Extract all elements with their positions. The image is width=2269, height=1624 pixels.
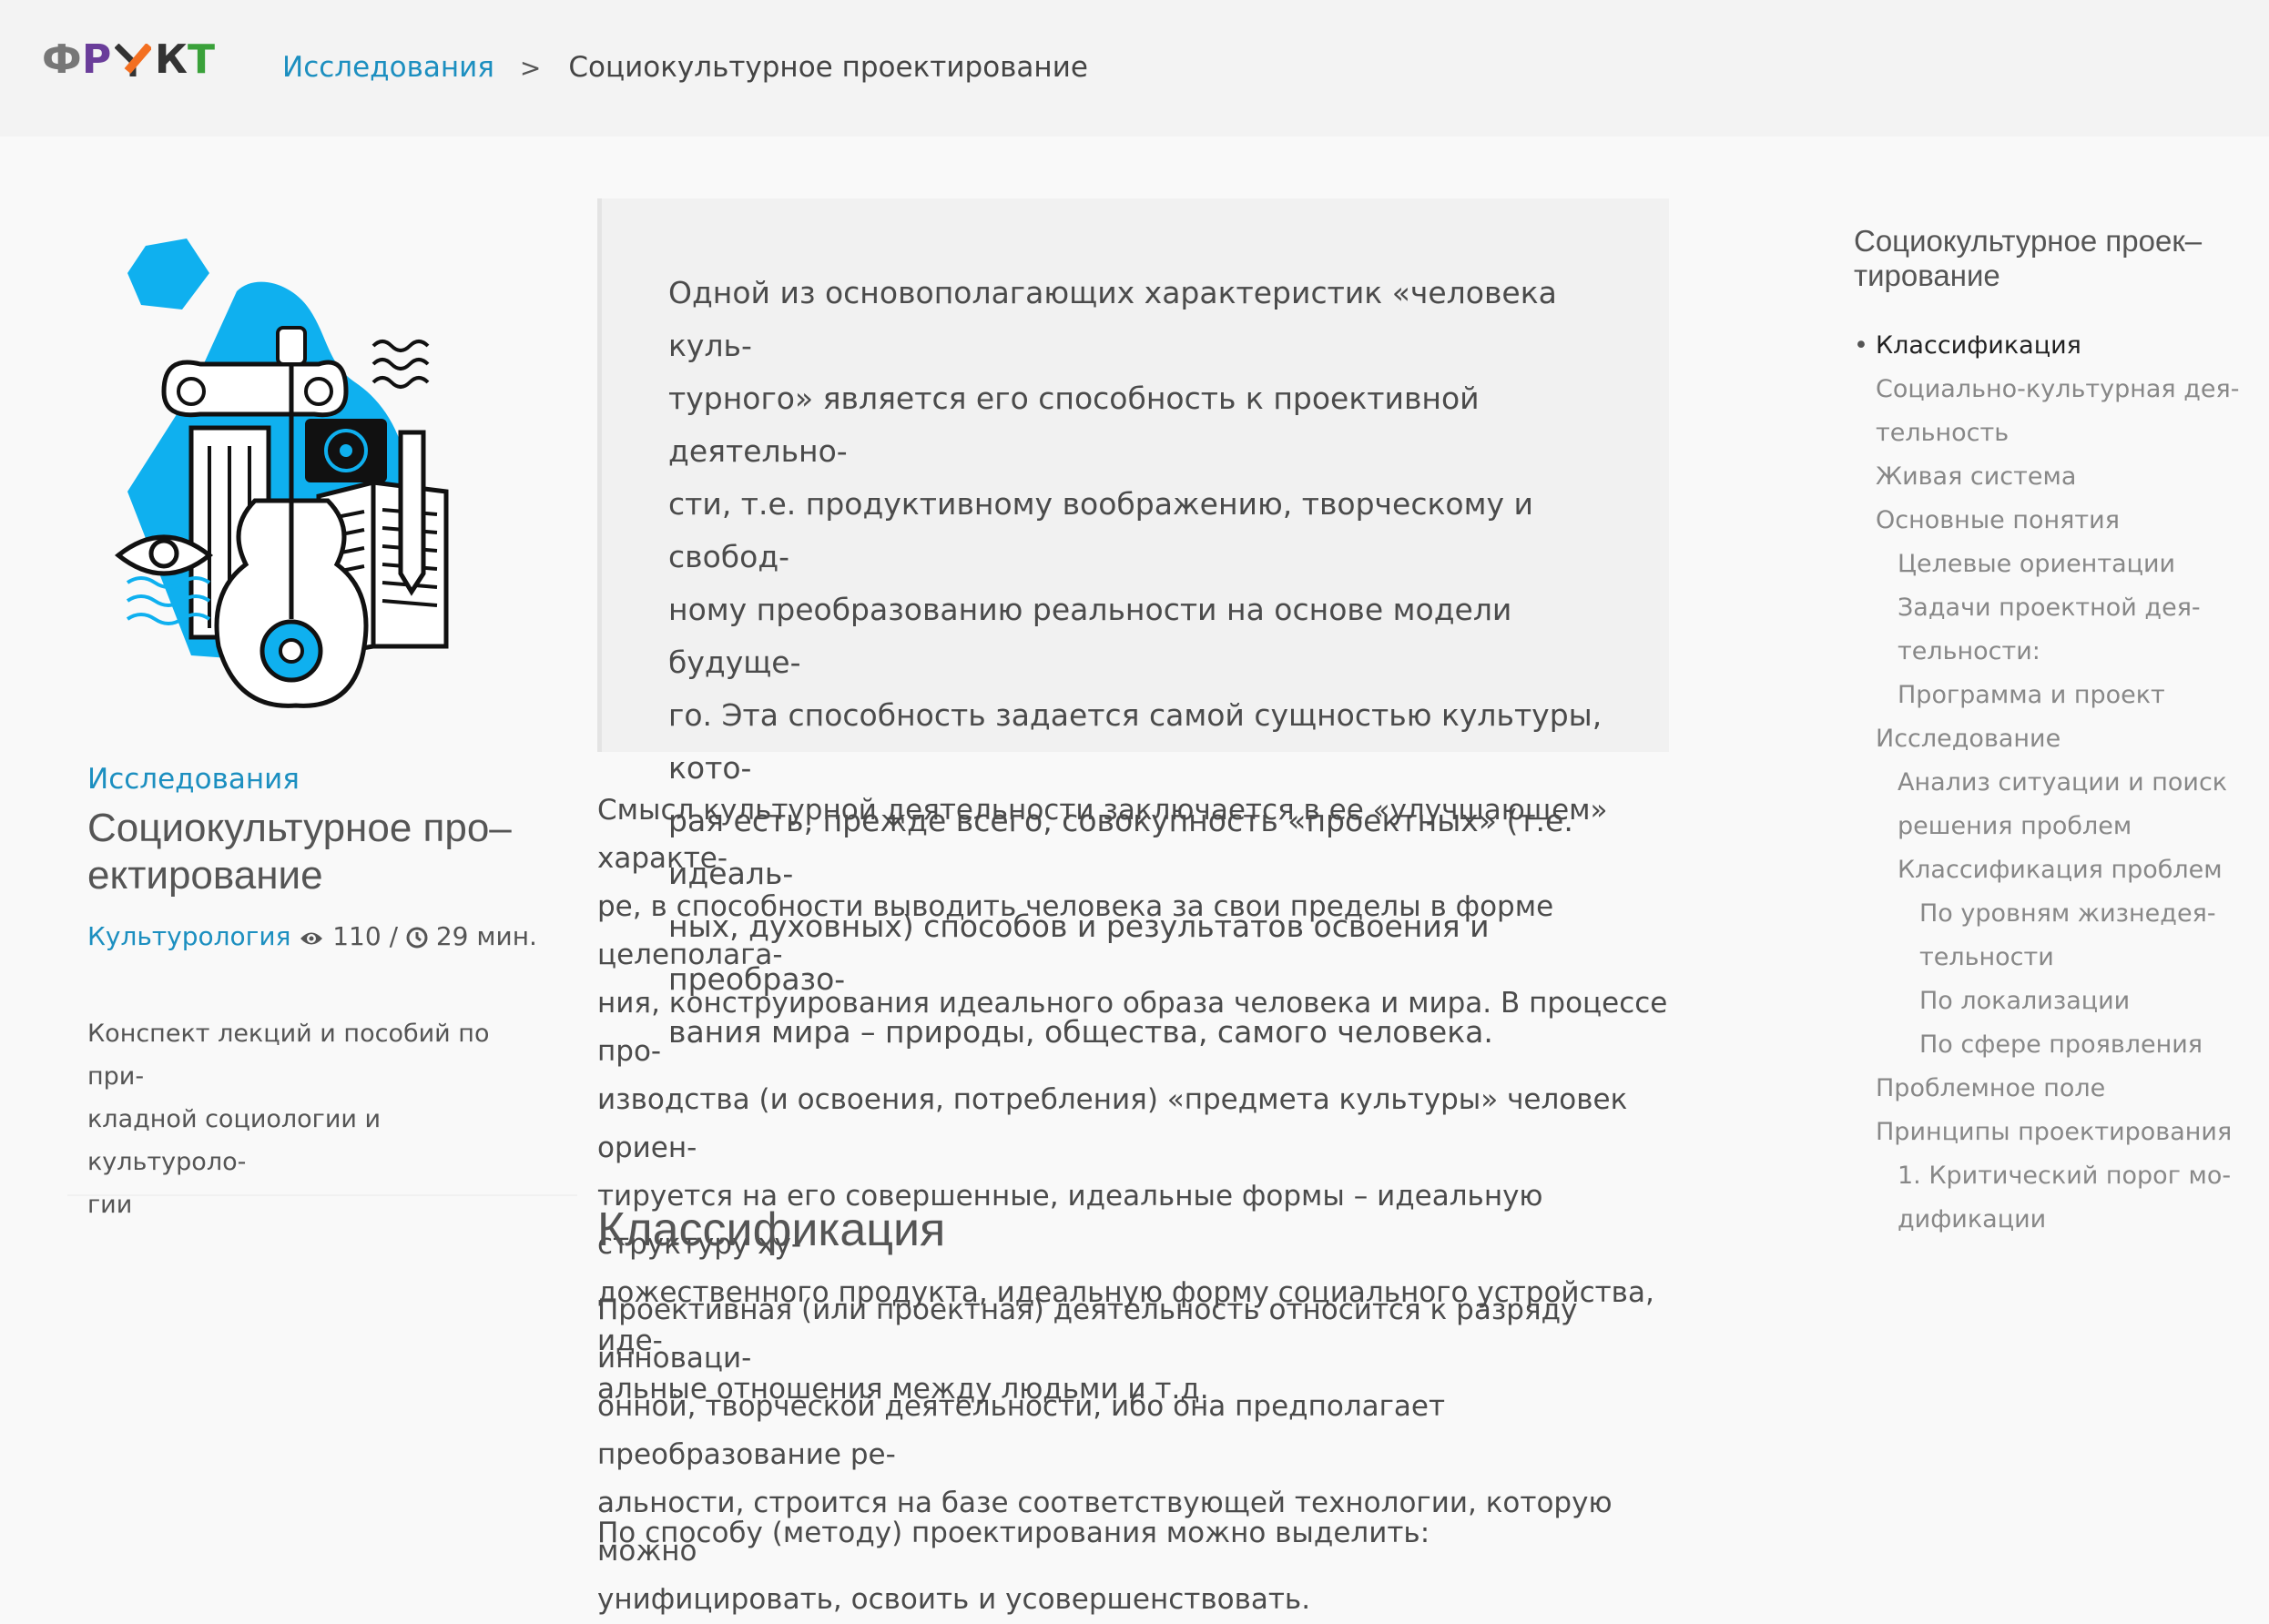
toc-item[interactable]: тельности xyxy=(1854,936,2254,979)
toc-item[interactable]: По локализации xyxy=(1854,979,2254,1023)
left-divider xyxy=(67,1194,577,1196)
section-heading-classification: Классификация xyxy=(597,1203,946,1256)
article-views: 110 xyxy=(332,921,382,951)
toc-item[interactable]: тельность xyxy=(1854,411,2254,455)
logo-letter-k: К xyxy=(155,36,188,83)
toc-item[interactable]: тельности: xyxy=(1854,630,2254,674)
toc-title-line: тирование xyxy=(1854,259,2000,292)
article-meta: Культурология 110 / 29 мин. xyxy=(87,921,537,951)
toc-item[interactable]: Классификация проблем xyxy=(1854,848,2254,892)
table-of-contents: Классификация Социально-культурная дея- … xyxy=(1854,324,2254,1242)
toc-item[interactable]: Живая система xyxy=(1854,455,2254,499)
article-title: Социокультурное про– ектирование xyxy=(87,805,561,899)
toc-item[interactable]: решения проблем xyxy=(1854,805,2254,848)
logo-u-glyph xyxy=(114,43,153,76)
site-header: Ф Р К Т Исследования > Социокультурное про… xyxy=(0,0,2269,137)
article-tag-link[interactable]: Культурология xyxy=(87,921,290,951)
site-logo[interactable]: Ф Р К Т xyxy=(42,36,233,83)
logo-letter-u xyxy=(114,43,153,84)
toc-item[interactable]: Исследование xyxy=(1854,717,2254,761)
article-title-line: ектирование xyxy=(87,853,323,898)
quote-line: сти, т.е. продуктивному воображению, тво… xyxy=(668,486,1533,574)
logo-letter-f: Ф xyxy=(42,36,82,83)
article-read-time: 29 мин. xyxy=(435,921,537,951)
logo-letter-r: Р xyxy=(82,36,112,83)
toc-item[interactable]: Основные понятия xyxy=(1854,499,2254,543)
description-line: Конспект лекций и пособий по при- xyxy=(87,1020,490,1091)
quote-line: Одной из основополагающих характеристик … xyxy=(668,275,1557,363)
breadcrumb-current: Социокультурное проектирование xyxy=(568,51,1088,84)
toc-title-line: Социокультурное проек– xyxy=(1854,224,2203,258)
quote-line: турного» является его способность к прое… xyxy=(668,381,1480,469)
toc-item[interactable]: Проблемное поле xyxy=(1854,1067,2254,1111)
paragraph-line: онной, творческой деятельности, ибо она … xyxy=(597,1390,1446,1471)
breadcrumb-separator: > xyxy=(519,53,542,83)
toc-title: Социокультурное проек– тирование xyxy=(1854,224,2236,293)
body-paragraph-2: Проективная (или проектная) деятельность… xyxy=(597,1286,1669,1624)
breadcrumb-link-research[interactable]: Исследования xyxy=(282,51,494,84)
eye-icon xyxy=(300,932,323,945)
paragraph-line: Смысл культурной деятельности заключаетс… xyxy=(597,794,1608,875)
meta-separator: / xyxy=(389,921,399,951)
lead-quote: Одной из основополагающих характеристик … xyxy=(597,198,1669,1050)
paragraph-line: ния, конструирования идеального образа ч… xyxy=(597,987,1668,1068)
toc-item[interactable]: 1. Критический порог мо- xyxy=(1854,1154,2254,1198)
toc-item[interactable]: Классификация xyxy=(1854,324,2254,368)
paragraph-line: изводства (и освоения, потребления) «пре… xyxy=(597,1083,1628,1164)
body-paragraph-3: По способу (методу) проектирования можно… xyxy=(597,1517,1430,1549)
toc-item[interactable]: Задачи проектной дея- xyxy=(1854,586,2254,630)
toc-item[interactable]: Социально-культурная дея- xyxy=(1854,368,2254,411)
toc-item[interactable]: По уровням жизнедея- xyxy=(1854,892,2254,936)
clock-icon xyxy=(406,927,428,949)
article-category-link[interactable]: Исследования xyxy=(87,763,300,796)
toc-item[interactable]: Принципы проектирования xyxy=(1854,1111,2254,1154)
quote-line: го. Эта способность задается самой сущно… xyxy=(668,697,1603,786)
quote-line: ному преобразованию реальности на основе… xyxy=(668,592,1512,680)
article-title-line: Социокультурное про– xyxy=(87,806,512,850)
toc-item[interactable]: По сфере проявления xyxy=(1854,1023,2254,1067)
paragraph-line: ре, в способности выводить человека за с… xyxy=(597,890,1554,971)
toc-item[interactable]: Целевые ориентации xyxy=(1854,543,2254,586)
toc-item[interactable]: дификации xyxy=(1854,1198,2254,1242)
description-line: гии xyxy=(87,1191,133,1219)
article-illustration xyxy=(114,239,449,708)
paragraph-line: Проективная (или проектная) деятельность… xyxy=(597,1294,1578,1375)
logo-letter-t: Т xyxy=(188,36,216,83)
breadcrumb: Исследования > Социокультурное проектирова… xyxy=(282,49,1088,86)
toc-item[interactable]: Анализ ситуации и поиск xyxy=(1854,761,2254,805)
toc-item[interactable]: Программа и проект xyxy=(1854,674,2254,717)
paragraph-line: унифицировать, освоить и усовершенствова… xyxy=(597,1583,1311,1616)
description-line: кладной социологии и культуроло- xyxy=(87,1105,382,1176)
